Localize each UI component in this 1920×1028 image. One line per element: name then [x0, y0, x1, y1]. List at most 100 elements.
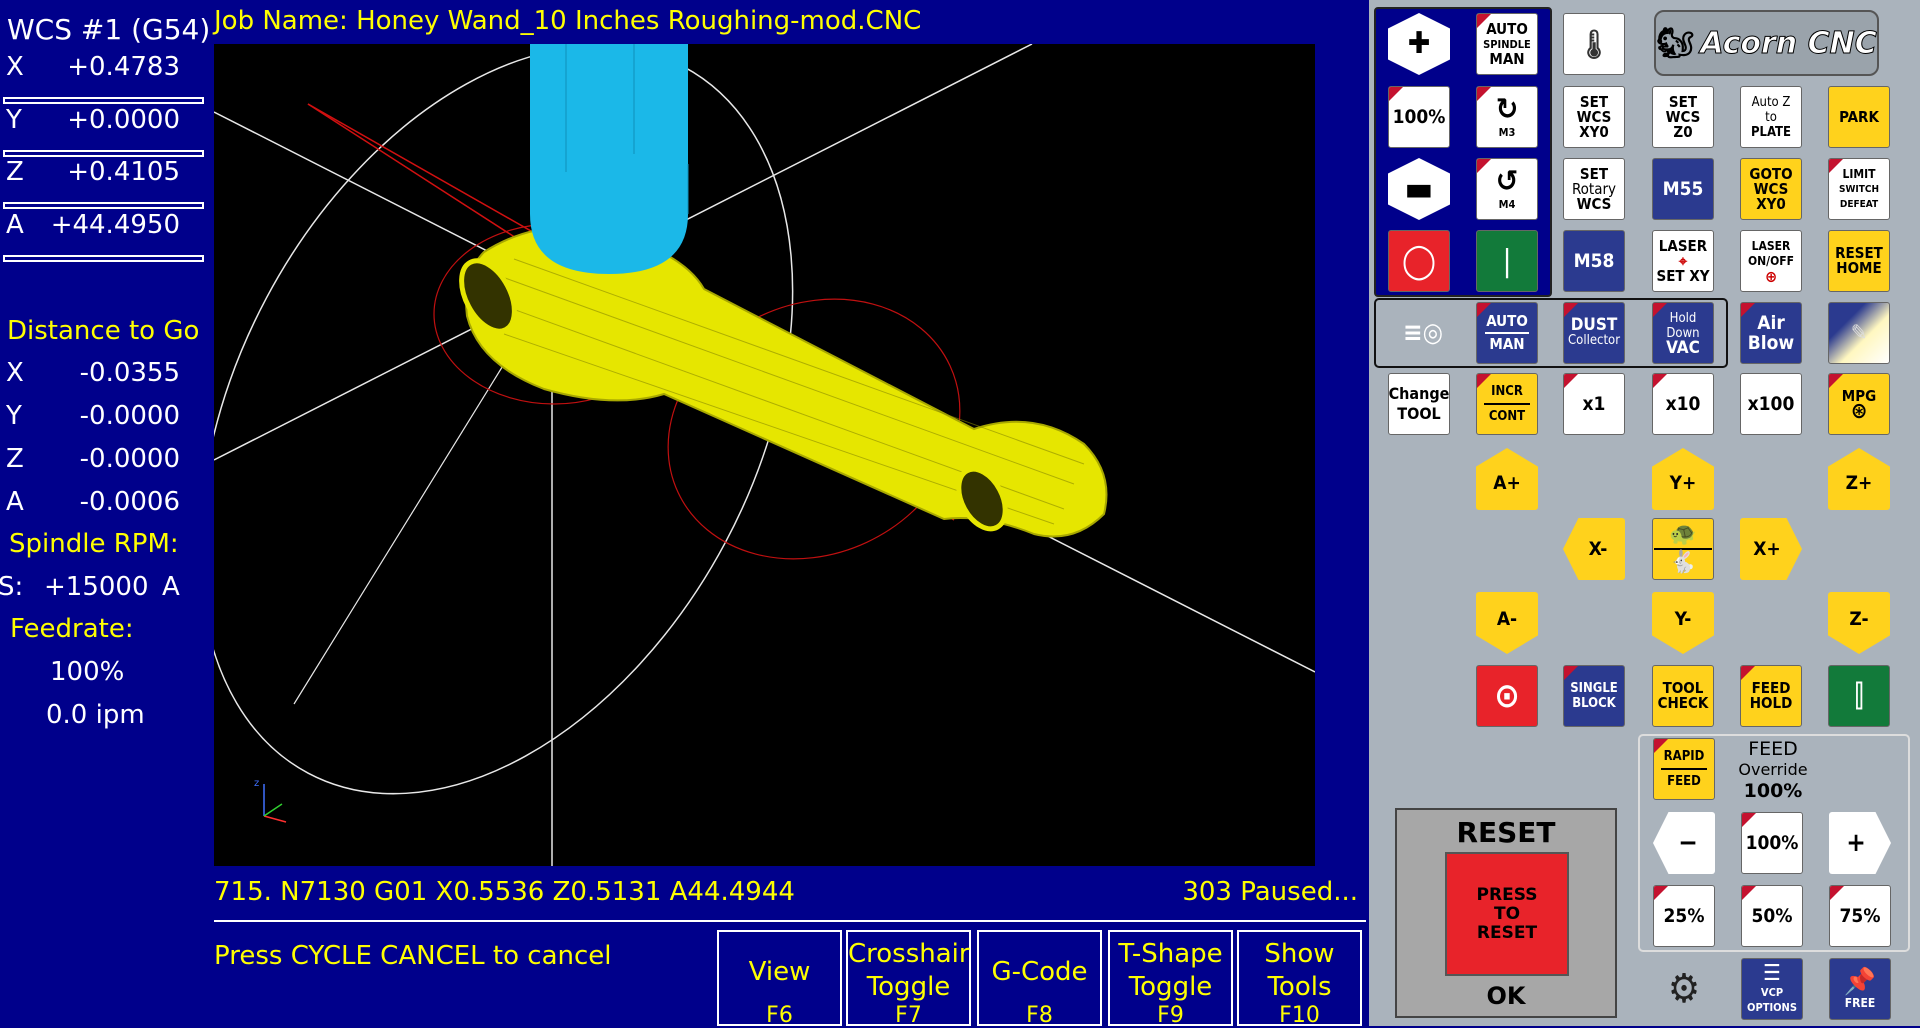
- settings-button[interactable]: ⚙: [1653, 958, 1715, 1020]
- hold-down-vac-button[interactable]: Hold Down VAC: [1652, 302, 1714, 364]
- air-blow-button[interactable]: Air Blow: [1740, 302, 1802, 364]
- vac-auto-divider: [1485, 332, 1529, 334]
- limit-switch-defeat-button[interactable]: LIMIT SWITCH DEFEAT: [1828, 158, 1890, 220]
- rapid-feed-button[interactable]: RAPID FEED: [1653, 738, 1715, 800]
- cycle-start-button[interactable]: ⫿: [1828, 665, 1890, 727]
- minus-icon: ▬: [1404, 168, 1434, 209]
- dro-x-value[interactable]: +0.4783: [67, 52, 180, 82]
- goto-wcs-l3: XY0: [1756, 194, 1786, 213]
- spindle-prefix: S:: [0, 572, 24, 602]
- air-l2: Blow: [1747, 332, 1795, 354]
- cycle-stop-icon: ⊙: [1494, 675, 1520, 716]
- spindle-rpm-value[interactable]: +15000: [44, 572, 149, 602]
- spindle-warmup-button[interactable]: 🌡: [1563, 13, 1625, 75]
- vacuum-auto-man-button[interactable]: AUTO MAN: [1476, 302, 1538, 364]
- spindle-title: Spindle RPM:: [9, 529, 179, 559]
- m55-button[interactable]: M55: [1652, 158, 1714, 220]
- laser-set-xy-button[interactable]: LASER ⌖ SET XY: [1652, 230, 1714, 292]
- set-wcs-z0-l3: Z0: [1673, 122, 1693, 141]
- mpg-button[interactable]: MPG ⊛: [1828, 373, 1890, 435]
- dro-a-value[interactable]: +44.4950: [51, 210, 180, 240]
- jog-x10-button[interactable]: x10: [1652, 373, 1714, 435]
- jog-x1-button[interactable]: x1: [1563, 373, 1625, 435]
- feed-plus-label: +: [1846, 827, 1866, 858]
- reset-button[interactable]: PRESS TO RESET: [1445, 852, 1569, 976]
- feed-50-label: 50%: [1751, 905, 1793, 927]
- start-bar-icon: |: [1502, 243, 1512, 279]
- dro-y-value[interactable]: +0.0000: [67, 105, 180, 135]
- rapid-l2: FEED: [1667, 774, 1701, 789]
- reset-home-button[interactable]: RESET HOME: [1828, 230, 1890, 292]
- tshape-toggle-button[interactable]: T-Shape Toggle F9: [1108, 930, 1233, 1028]
- incr-l2: CONT: [1488, 409, 1526, 424]
- feed-25-button[interactable]: 25%: [1653, 885, 1715, 947]
- set-rotary-wcs-button[interactable]: SET Rotary WCS: [1563, 158, 1625, 220]
- jog-x100-button[interactable]: x100: [1740, 373, 1802, 435]
- m4-button[interactable]: ↺ M4: [1476, 158, 1538, 220]
- free-button[interactable]: 📌 FREE: [1829, 958, 1891, 1020]
- rapid-divider: [1661, 768, 1707, 770]
- jog-speed-toggle-button[interactable]: 🐢 🐇: [1652, 518, 1714, 580]
- gcode-label: G-Code: [991, 957, 1088, 987]
- incr-divider: [1484, 403, 1530, 405]
- change-tool-button[interactable]: Change TOOL: [1388, 373, 1450, 435]
- divider: [214, 920, 1366, 922]
- dust-collector-button[interactable]: DUST Collector: [1563, 302, 1625, 364]
- spindle-100-button[interactable]: 100%: [1388, 86, 1450, 148]
- incr-l1: INCR: [1491, 384, 1523, 399]
- m3-button[interactable]: ↻ M3: [1476, 86, 1538, 148]
- park-label: PARK: [1839, 107, 1879, 126]
- plus-icon: ✚: [1407, 26, 1431, 61]
- set-wcs-z0-button[interactable]: SET WCS Z0: [1652, 86, 1714, 148]
- toolpath-viewport[interactable]: z: [214, 44, 1315, 866]
- dtg-a-axis: A: [6, 487, 24, 517]
- dro-z-axis: Z: [6, 157, 24, 187]
- show-tools-key: F10: [1279, 1003, 1320, 1028]
- vac-auto-l2: MAN: [1489, 335, 1525, 353]
- y-minus-label: Y-: [1674, 608, 1692, 630]
- dtg-title: Distance to Go: [7, 316, 200, 346]
- vcp-options-button[interactable]: ☰ VCP OPTIONS: [1741, 958, 1803, 1020]
- status-message: Press CYCLE CANCEL to cancel: [214, 941, 612, 971]
- feed-100-button[interactable]: 100%: [1741, 812, 1803, 874]
- feed-75-button[interactable]: 75%: [1829, 885, 1891, 947]
- show-tools-button[interactable]: Show Tools F10: [1237, 930, 1362, 1028]
- feedrate-percent[interactable]: 100%: [50, 657, 124, 687]
- m58-button[interactable]: M58: [1563, 230, 1625, 292]
- feed-override-value: 100%: [1743, 780, 1803, 802]
- work-light-button[interactable]: ✎: [1828, 302, 1890, 364]
- crosshair-toggle-key: F7: [895, 1003, 922, 1028]
- hold-l3: VAC: [1666, 337, 1700, 358]
- set-wcs-xy0-button[interactable]: SET WCS XY0: [1563, 86, 1625, 148]
- crosshair-toggle-button[interactable]: Crosshair Toggle F7: [846, 930, 971, 1028]
- vacuum-icon: ≡◎: [1388, 302, 1458, 364]
- auto-z-plate-button[interactable]: Auto Z to PLATE: [1740, 86, 1802, 148]
- feed-minus-label: −: [1678, 827, 1698, 858]
- feed-50-button[interactable]: 50%: [1741, 885, 1803, 947]
- change-tool-l2: TOOL: [1397, 404, 1441, 423]
- spindle-100-label: 100%: [1392, 106, 1446, 128]
- vcp-l2: OPTIONS: [1747, 1001, 1797, 1014]
- single-block-button[interactable]: SINGLE BLOCK: [1563, 665, 1625, 727]
- incr-cont-button[interactable]: INCR CONT: [1476, 373, 1538, 435]
- cycle-stop-button[interactable]: ⊙: [1476, 665, 1538, 727]
- hold-l1: Hold: [1669, 310, 1697, 326]
- laser-onoff-button[interactable]: LASER ON/OFF ⊕: [1740, 230, 1802, 292]
- spindle-start-button[interactable]: |: [1476, 230, 1538, 292]
- goto-wcs-xy0-button[interactable]: GOTO WCS XY0: [1740, 158, 1802, 220]
- gcode-button[interactable]: G-Code F8: [977, 930, 1102, 1028]
- job-name: Job Name: Honey Wand_10 Inches Roughing-…: [214, 6, 922, 36]
- park-button[interactable]: PARK: [1828, 86, 1890, 148]
- auto-z-l3: PLATE: [1750, 124, 1792, 140]
- wcs-label[interactable]: WCS #1 (G54): [7, 13, 210, 46]
- auto-spindle-button[interactable]: AUTO SPINDLE MAN: [1476, 13, 1538, 75]
- view-button[interactable]: View F6: [717, 930, 842, 1028]
- vcp-l1: VCP: [1760, 986, 1784, 999]
- single-l1: SINGLE: [1570, 681, 1618, 696]
- feed-hold-button[interactable]: FEED HOLD: [1740, 665, 1802, 727]
- feed-75-label: 75%: [1839, 905, 1881, 927]
- spindle-stop-button[interactable]: ◯: [1388, 230, 1450, 292]
- dro-a-row[interactable]: A +44.4950: [0, 202, 212, 266]
- dro-z-value[interactable]: +0.4105: [67, 157, 180, 187]
- tool-check-button[interactable]: TOOL CHECK: [1652, 665, 1714, 727]
